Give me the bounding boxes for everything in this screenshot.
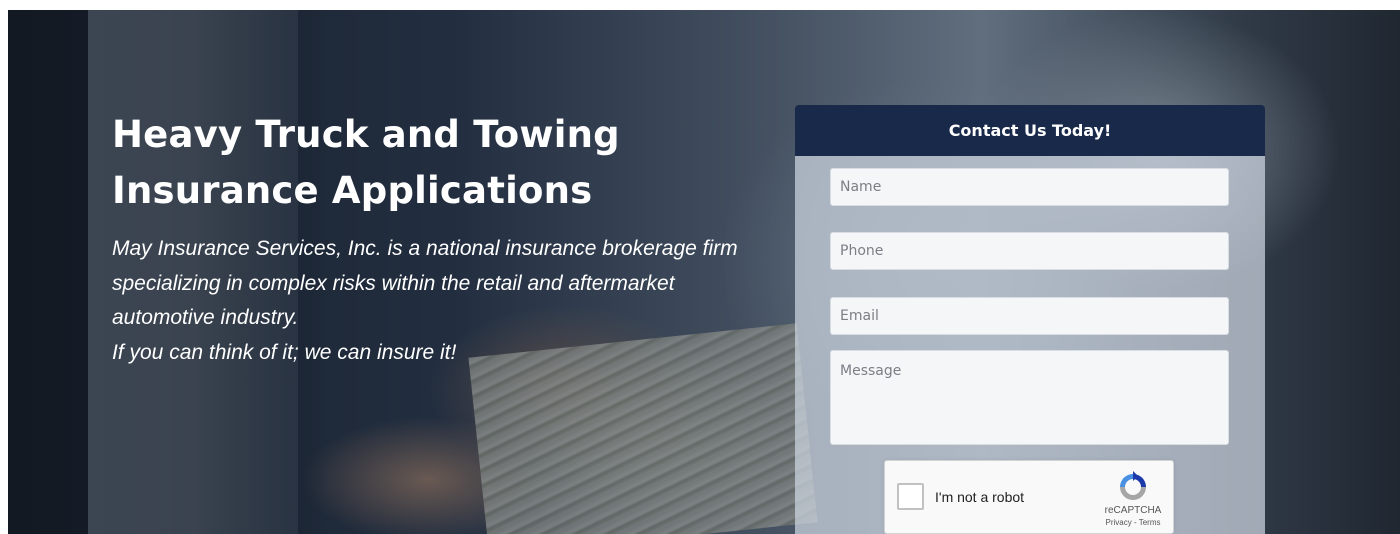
recaptcha-checkbox[interactable] — [897, 483, 924, 510]
headline-line-2: Insurance Applications — [112, 169, 593, 212]
page-headline: Heavy Truck and Towing Insurance Applica… — [112, 107, 732, 219]
contact-form: Contact Us Today! I'm not a robot reCAPT… — [795, 105, 1265, 534]
headline-line-1: Heavy Truck and Towing — [112, 113, 620, 156]
recaptcha-widget: I'm not a robot reCAPTCHA Privacy - Term… — [884, 460, 1174, 534]
recaptcha-logo-icon — [1120, 471, 1146, 500]
email-input[interactable] — [830, 297, 1229, 335]
message-textarea[interactable] — [830, 350, 1229, 445]
contact-form-title: Contact Us Today! — [795, 105, 1265, 156]
recaptcha-privacy-terms[interactable]: Privacy - Terms — [1093, 518, 1173, 527]
tagline-text: If you can think of it; we can insure it… — [112, 341, 457, 364]
recaptcha-brand: reCAPTCHA — [1104, 505, 1162, 516]
intro-text: May Insurance Services, Inc. is a nation… — [112, 237, 738, 329]
phone-input[interactable] — [830, 232, 1229, 270]
contact-form-body: I'm not a robot reCAPTCHA Privacy - Term… — [795, 156, 1265, 534]
name-input[interactable] — [830, 168, 1229, 206]
recaptcha-label: I'm not a robot — [935, 489, 1025, 505]
